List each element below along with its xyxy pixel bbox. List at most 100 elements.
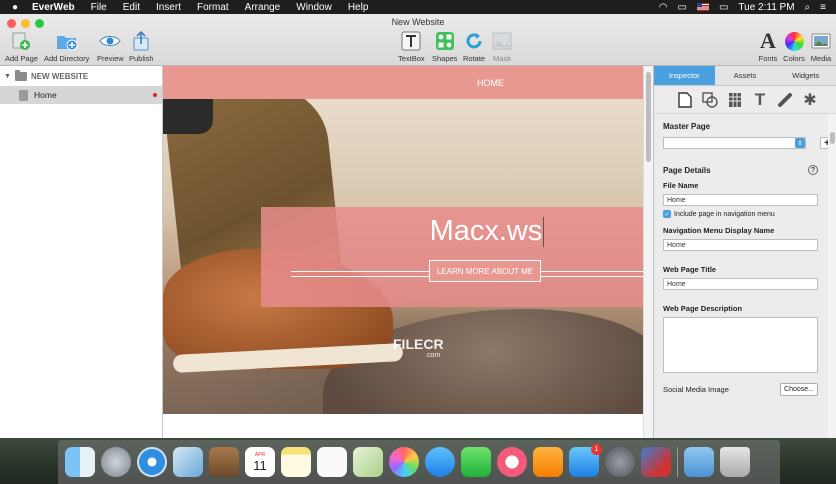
- mask-button[interactable]: Mask: [491, 30, 513, 63]
- website-row[interactable]: ▼ NEW WEBSITE: [0, 66, 162, 86]
- file-name-label: File Name: [663, 181, 699, 190]
- web-page-description-field[interactable]: [663, 317, 818, 373]
- include-nav-checkbox-row[interactable]: ✓ Include page in navigation menu: [663, 210, 818, 218]
- checkbox-checked-icon[interactable]: ✓: [663, 210, 671, 218]
- gear-icon[interactable]: ✱: [801, 91, 819, 109]
- apple-icon[interactable]: ●: [10, 2, 20, 13]
- link-inspector-icon[interactable]: [776, 91, 794, 109]
- add-page-button[interactable]: Add Page: [5, 30, 38, 63]
- menu-arrange[interactable]: Arrange: [245, 2, 281, 13]
- publish-button[interactable]: Publish: [129, 30, 154, 63]
- shape-inspector-icon[interactable]: [701, 91, 719, 109]
- camera-shape: [163, 99, 213, 134]
- cast-icon[interactable]: ▭: [678, 2, 687, 13]
- preview-label: Preview: [97, 54, 124, 63]
- safari-icon[interactable]: [137, 447, 167, 477]
- web-page-title-field[interactable]: Home: [663, 278, 818, 290]
- trash-icon[interactable]: [720, 447, 750, 477]
- disclosure-triangle-icon[interactable]: ▼: [4, 73, 11, 80]
- system-preferences-icon[interactable]: [605, 447, 635, 477]
- add-directory-button[interactable]: Add Directory: [44, 30, 89, 63]
- calendar-icon[interactable]: APR 11: [245, 447, 275, 477]
- grid-inspector-icon[interactable]: [726, 91, 744, 109]
- preview-button[interactable]: Preview: [97, 30, 124, 63]
- battery-icon[interactable]: ▭: [719, 2, 728, 13]
- rotate-button[interactable]: Rotate: [463, 30, 485, 63]
- text-inspector-icon[interactable]: T: [751, 90, 769, 109]
- inspector-scroll-thumb[interactable]: [830, 132, 835, 144]
- books-icon[interactable]: [533, 447, 563, 477]
- window-title: New Website: [391, 17, 445, 27]
- canvas-scrollbar[interactable]: [643, 66, 653, 438]
- title-bar: New Website Add Page Add Directory Previ…: [0, 14, 836, 66]
- menu-window[interactable]: Window: [296, 2, 332, 13]
- choose-image-button[interactable]: Choose...: [780, 383, 818, 396]
- hero-overlay-box[interactable]: Macx.ws LEARN MORE ABOUT ME: [261, 207, 643, 307]
- page-inspector-icon[interactable]: [676, 91, 694, 109]
- photos-icon[interactable]: [389, 447, 419, 477]
- media-icon: [810, 30, 832, 52]
- menu-file[interactable]: File: [91, 2, 107, 13]
- inspector-subtabs: T ✱: [654, 86, 836, 114]
- media-button[interactable]: Media: [810, 30, 832, 63]
- nav-item-home[interactable]: HOME: [477, 78, 504, 88]
- learn-more-button[interactable]: LEARN MORE ABOUT ME: [429, 260, 541, 282]
- messages-icon[interactable]: [425, 447, 455, 477]
- sidebar-page-home[interactable]: Home: [0, 86, 162, 104]
- maps-icon[interactable]: [353, 447, 383, 477]
- hero-image[interactable]: Macx.ws LEARN MORE ABOUT ME FILECR .com: [163, 99, 643, 414]
- mail-icon[interactable]: [173, 447, 203, 477]
- help-icon[interactable]: ?: [808, 165, 818, 175]
- calendar-day: 11: [253, 457, 267, 473]
- app-store-icon[interactable]: 1: [569, 444, 602, 477]
- file-name-field[interactable]: Home: [663, 194, 818, 206]
- inspector-tabs: Inspector Assets Widgets: [654, 66, 836, 86]
- nav-display-name-label: Navigation Menu Display Name: [663, 226, 775, 235]
- shapes-button[interactable]: Shapes: [432, 30, 457, 63]
- clock[interactable]: Tue 2:11 PM: [738, 2, 794, 13]
- us-flag-input-icon[interactable]: [696, 3, 709, 11]
- nav-display-name-field[interactable]: Home: [663, 239, 818, 251]
- wifi-icon[interactable]: ◠: [659, 2, 668, 13]
- facetime-icon[interactable]: [461, 447, 491, 477]
- everweb-icon[interactable]: [641, 447, 671, 477]
- tab-widgets[interactable]: Widgets: [775, 66, 836, 86]
- hero-title-text: Macx.ws: [429, 215, 543, 247]
- dock: APR 11 1: [58, 440, 780, 484]
- rotate-icon: [463, 30, 485, 52]
- hero-title[interactable]: Macx.ws: [261, 215, 643, 248]
- canvas-scroll-thumb[interactable]: [646, 72, 651, 162]
- search-icon[interactable]: ⌕: [805, 2, 811, 13]
- menu-insert[interactable]: Insert: [156, 2, 181, 13]
- music-icon[interactable]: [497, 447, 527, 477]
- finder-icon[interactable]: [65, 447, 95, 477]
- site-nav-bar[interactable]: HOME: [163, 66, 643, 99]
- tab-assets[interactable]: Assets: [714, 66, 776, 86]
- fonts-label: Fonts: [758, 54, 778, 63]
- textbox-button[interactable]: TextBox: [398, 30, 425, 63]
- menu-format[interactable]: Format: [197, 2, 229, 13]
- menu-edit[interactable]: Edit: [123, 2, 140, 13]
- downloads-folder-icon[interactable]: [684, 447, 714, 477]
- launchpad-icon[interactable]: [101, 447, 131, 477]
- menu-list-icon[interactable]: ≡: [820, 2, 826, 13]
- textbox-label: TextBox: [398, 54, 425, 63]
- add-folder-icon: [56, 30, 78, 52]
- colors-button[interactable]: Colors: [783, 30, 805, 63]
- tab-inspector[interactable]: Inspector: [654, 66, 715, 86]
- master-page-select[interactable]: ⇕: [663, 137, 806, 149]
- app-store-badge: 1: [591, 444, 602, 455]
- contacts-icon[interactable]: [209, 447, 239, 477]
- reminders-icon[interactable]: [317, 447, 347, 477]
- menu-extras: ◠ ▭ ▭ Tue 2:11 PM ⌕ ≡: [659, 2, 836, 13]
- inspector-scrollbar[interactable]: [828, 114, 836, 438]
- menu-help[interactable]: Help: [348, 2, 369, 13]
- fonts-icon: A: [760, 28, 776, 53]
- page-canvas[interactable]: HOME Macx.ws LEARN MORE ABOUT ME FILECR …: [163, 66, 643, 438]
- site-pages-sidebar: ▼ NEW WEBSITE Home: [0, 66, 163, 438]
- fonts-button[interactable]: A Fonts: [757, 28, 779, 63]
- textbox-icon: [400, 30, 422, 52]
- menu-app-name[interactable]: EverWeb: [32, 2, 75, 13]
- notes-icon[interactable]: [281, 447, 311, 477]
- web-page-description-label: Web Page Description: [663, 304, 743, 313]
